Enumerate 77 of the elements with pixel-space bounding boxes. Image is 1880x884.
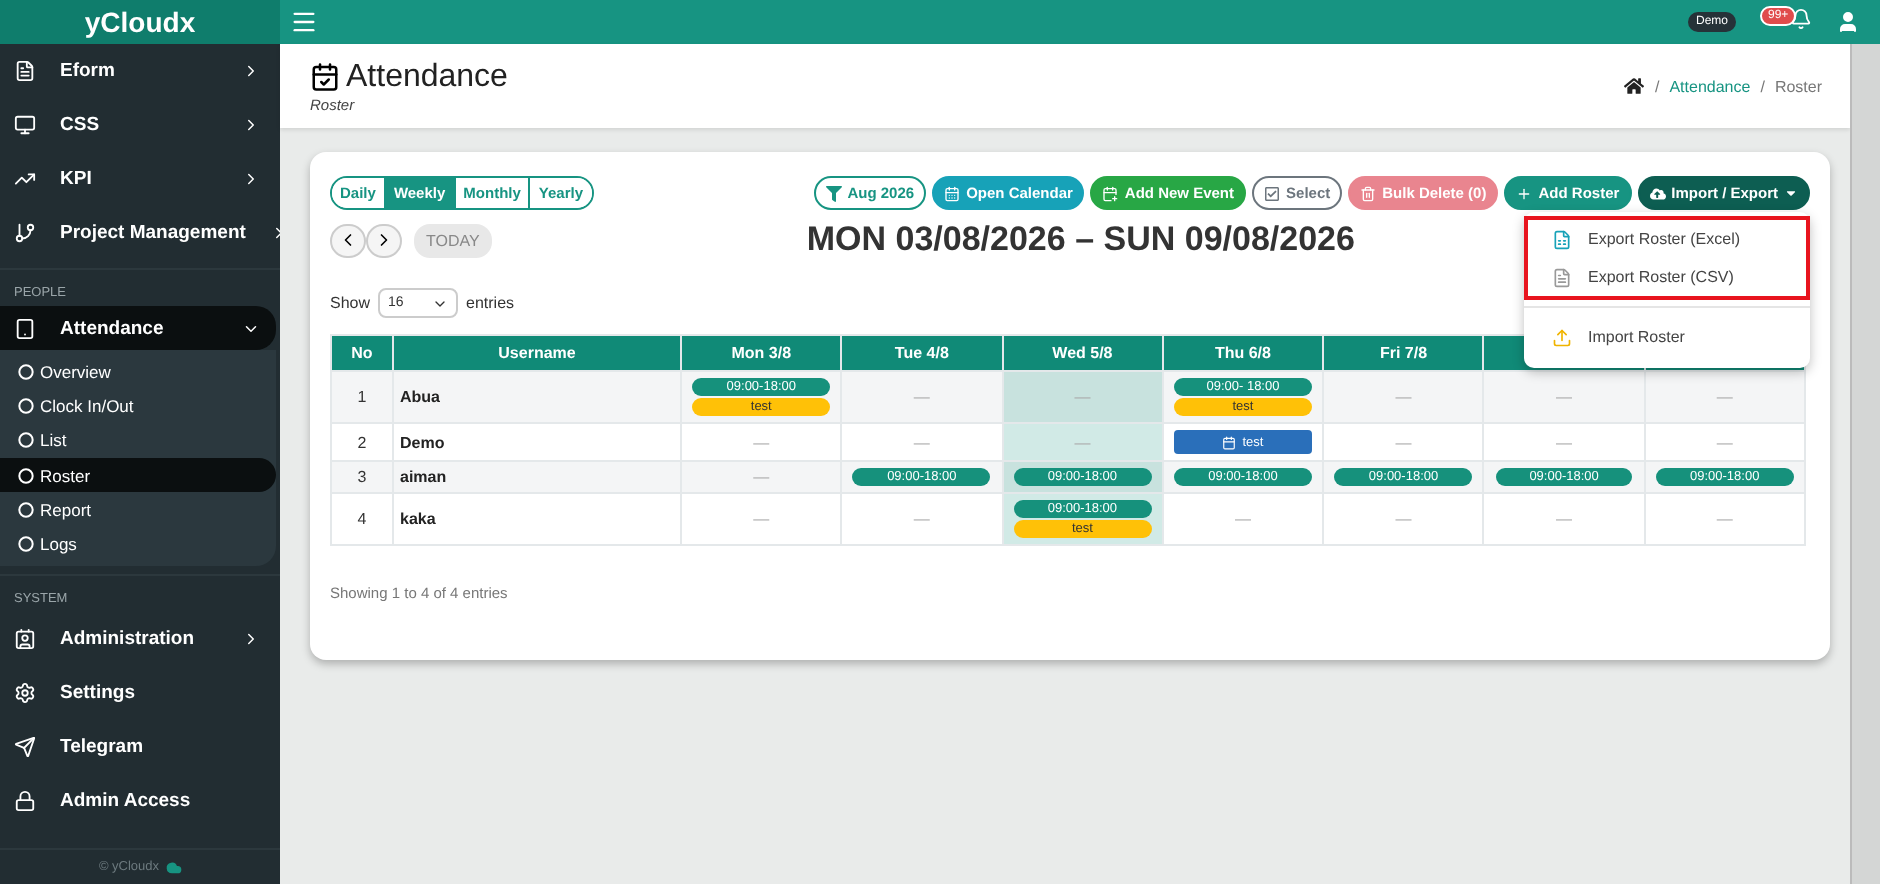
chart-icon [14, 168, 36, 190]
menu-icon[interactable] [290, 8, 318, 36]
breadcrumb-separator: / [1760, 77, 1765, 95]
sidebar-item[interactable]: Administration [0, 611, 276, 666]
spreadsheet-icon [1552, 229, 1572, 249]
submenu-item[interactable]: Roster [0, 457, 276, 493]
contact-icon [14, 627, 36, 650]
day-cell: — [1002, 423, 1163, 461]
menu-item[interactable]: Import Roster [1528, 318, 1806, 356]
column-header: No [331, 335, 393, 371]
column-header: Fri 7/8 [1323, 335, 1484, 371]
calendar-check-icon [310, 62, 340, 92]
caret-icon [1784, 186, 1798, 200]
date-range-title: MON 03/08/2026 – SUN 09/08/2026 [804, 220, 1357, 260]
table-cell: kaka [393, 493, 681, 545]
circle-icon [18, 536, 34, 553]
circle-icon [18, 432, 34, 449]
branch-icon [14, 222, 36, 244]
circle-icon [18, 467, 34, 484]
day-cell: — [1162, 493, 1324, 545]
submenu-item[interactable]: List [0, 423, 276, 458]
day-cell: — [1483, 493, 1645, 545]
submenu-item[interactable]: Overview [0, 354, 276, 389]
day-cell: — [681, 493, 842, 545]
circle-icon [18, 397, 34, 414]
document-icon [14, 60, 36, 82]
entries-label: entries [466, 294, 515, 312]
table-cell: 4 [331, 493, 393, 545]
calendar-icon [944, 185, 961, 201]
submenu-item[interactable]: Clock In/Out [0, 388, 276, 424]
bell-icon[interactable] [1790, 8, 1812, 30]
day-cell: — [841, 493, 1003, 545]
settings-icon [14, 681, 36, 704]
menu-item[interactable]: Export Roster (CSV) [1528, 258, 1806, 296]
user-icon[interactable] [1836, 10, 1860, 34]
sidebar-item[interactable]: Eform [0, 44, 276, 98]
trash-icon [1360, 185, 1377, 201]
plus-icon [1516, 185, 1533, 201]
day-cell: — [1644, 493, 1805, 545]
sidebar-item[interactable]: Settings [0, 665, 276, 720]
sidebar-item[interactable]: Admin Access [0, 773, 276, 828]
breadcrumb-separator: / [1654, 77, 1660, 95]
brand-logo: yCloudx [0, 0, 280, 44]
cloud-icon [165, 859, 182, 875]
filter-icon [825, 185, 842, 201]
send-icon [14, 735, 36, 758]
home-icon[interactable] [1624, 76, 1645, 96]
column-header: Tue 4/8 [841, 335, 1003, 371]
document-icon [1552, 267, 1572, 287]
circle-icon [18, 501, 34, 518]
column-header: Mon 3/8 [681, 335, 842, 371]
sidebar-item[interactable]: Attendance [0, 306, 276, 350]
show-label: Show [330, 294, 371, 312]
sidebar-item[interactable]: KPI [0, 152, 276, 206]
menu-item[interactable]: Export Roster (Excel) [1528, 220, 1806, 258]
sidebar-item[interactable]: CSS [0, 98, 276, 152]
sidebar-item[interactable]: Telegram [0, 719, 276, 774]
breadcrumb-link[interactable]: Attendance [1669, 77, 1751, 95]
circle-icon [18, 363, 34, 380]
column-header: Thu 6/8 [1162, 335, 1324, 371]
day-cell: — [1323, 493, 1484, 545]
checkbox-icon [1264, 185, 1281, 201]
page-title: Attendance [346, 59, 508, 95]
column-header: Username [393, 335, 681, 371]
monitor-icon [14, 114, 36, 136]
breadcrumb-link[interactable]: Roster [1774, 77, 1822, 95]
submenu-item[interactable]: Logs [0, 526, 276, 562]
calendar-plus-icon [1102, 185, 1119, 201]
lock-icon [14, 789, 36, 812]
calendar-icon [1222, 435, 1237, 449]
sidebar-item[interactable]: Project Management [0, 206, 276, 260]
submenu-item[interactable]: Report [0, 492, 276, 527]
column-header: Wed 5/8 [1002, 335, 1163, 371]
tablet-icon [14, 317, 36, 339]
day-cell: — [1002, 371, 1163, 423]
cloud-upload-icon [1649, 185, 1666, 201]
upload-icon [1552, 327, 1572, 347]
